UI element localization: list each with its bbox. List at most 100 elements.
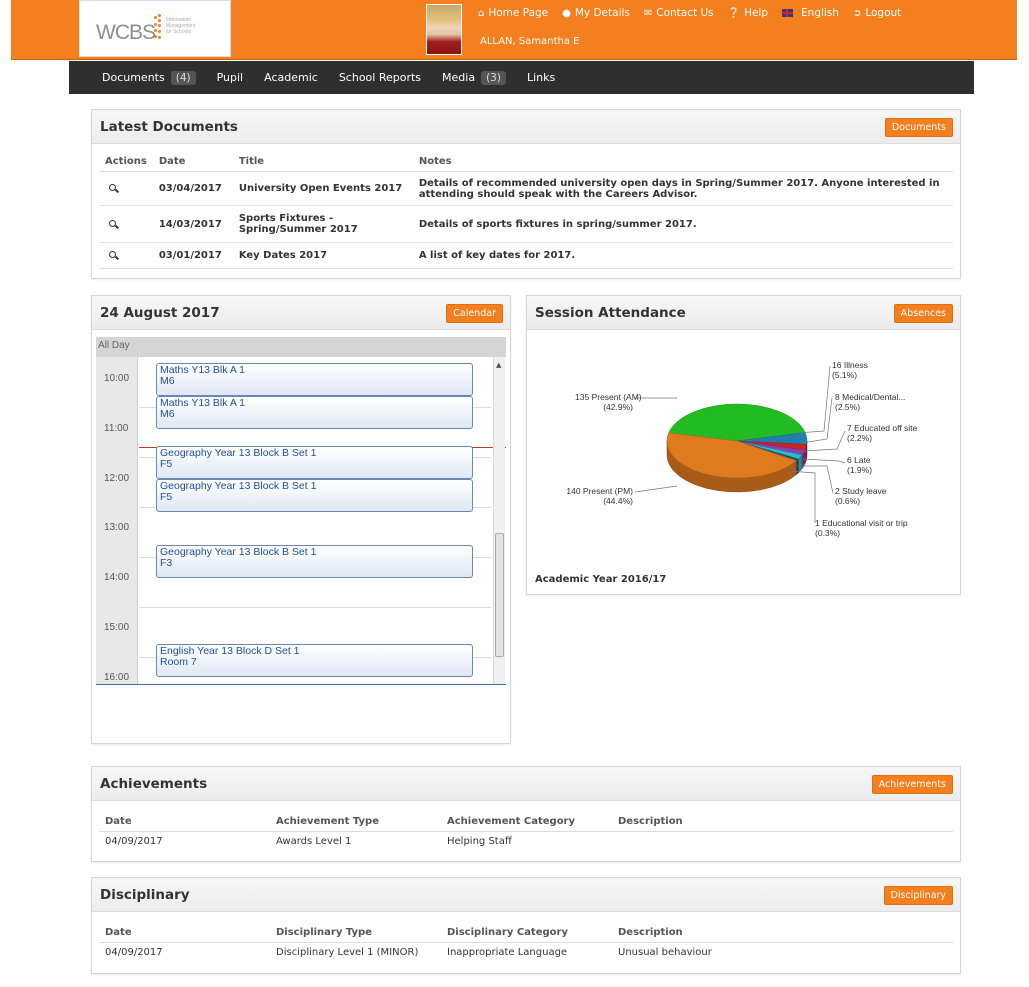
achievement-date: 04/09/2017 [105, 836, 163, 847]
nav-contact-us[interactable]: ✉ Contact Us [644, 7, 714, 19]
view-magnifier-icon[interactable] [109, 219, 116, 227]
leader-line [634, 485, 678, 493]
disciplinary-panel: Disciplinary Disciplinary Date Disciplin… [91, 877, 961, 974]
time-gutter [96, 357, 138, 684]
logout-icon: ➲ [852, 7, 862, 19]
scroll-up-arrow-icon[interactable]: ▲ [496, 361, 501, 369]
view-magnifier-icon[interactable] [109, 184, 116, 191]
table-row: 14/03/2017 Sports Fixtures - Spring/Summ… [99, 205, 953, 243]
column-header: Date [99, 812, 270, 832]
slice-label: 1 Educational visit or trip (0.3%) [815, 518, 908, 538]
doc-title[interactable]: Sports Fixtures - Spring/Summer 2017 [232, 205, 413, 243]
nav-home-page[interactable]: ⌂ Home Page [478, 7, 548, 19]
calendar-button[interactable]: Calendar [446, 304, 503, 323]
user-icon: ● [562, 7, 571, 19]
leader-line [802, 458, 846, 464]
doc-title[interactable]: Key Dates 2017 [232, 242, 413, 269]
achievement-type: Awards Level 1 [276, 836, 352, 847]
nav-label: Contact Us [656, 7, 714, 19]
nav-label: My Details [574, 7, 630, 19]
navbar-label: Links [526, 71, 556, 84]
event-title: Maths Y13 Blk A 1 [160, 364, 246, 376]
nav-label: Home Page [488, 7, 549, 19]
column-header: Disciplinary Category [441, 923, 612, 943]
user-avatar[interactable] [426, 4, 462, 55]
user-name: ALLAN, Samantha E [480, 36, 580, 47]
calendar-event[interactable]: Maths Y13 Blk A 1 M6 [156, 396, 473, 429]
count-badge: (4) [170, 70, 196, 85]
navbar-label: Academic [264, 71, 318, 84]
scroll-thumb[interactable] [495, 533, 504, 657]
disciplinary-button[interactable]: Disciplinary [883, 886, 953, 905]
disciplinary-type: Disciplinary Level 1 (MINOR) [276, 947, 419, 958]
achievements-button[interactable]: Achievements [871, 775, 953, 794]
calendar-event[interactable]: English Year 13 Block D Set 1 Room 7 [156, 644, 473, 677]
calendar-event[interactable]: Geography Year 13 Block B Set 1 F3 [156, 545, 473, 578]
navbar-item-academic[interactable]: Academic [264, 71, 318, 84]
navbar-item-links[interactable]: Links [527, 71, 555, 84]
view-magnifier-icon[interactable] [109, 251, 116, 258]
navbar-item-pupil[interactable]: Pupil [217, 71, 244, 84]
nav-label: Logout [865, 7, 902, 19]
doc-date: 14/03/2017 [152, 205, 233, 243]
panel-title: 24 August 2017 [100, 305, 220, 321]
event-room: F5 [160, 491, 173, 503]
navbar-item-documents[interactable]: Documents (4) [102, 70, 196, 85]
calendar-event[interactable]: Geography Year 13 Block B Set 1 F5 [156, 479, 473, 512]
event-room: M6 [160, 375, 175, 387]
wcbs-logo[interactable]: WCBS Information Management for Schools [79, 0, 231, 57]
calendar-event[interactable]: Geography Year 13 Block B Set 1 F5 [156, 446, 473, 479]
column-header: Disciplinary Type [270, 923, 441, 943]
question-icon: ❔ [727, 7, 741, 19]
navbar-label: Documents [102, 71, 165, 84]
nav-label: English [801, 7, 839, 19]
navbar-label: Pupil [216, 71, 244, 84]
top-nav: ⌂ Home Page ● My Details ✉ Contact Us ❔ … [478, 7, 915, 19]
logo-text: WCBS [96, 21, 156, 44]
home-icon: ⌂ [478, 7, 485, 19]
latest-documents-panel: Latest Documents Documents Actions Date … [91, 109, 961, 279]
documents-button[interactable]: Documents [884, 118, 953, 137]
navbar-label: Media [442, 71, 476, 84]
calendar-panel: 24 August 2017 Calendar All Day 10:00 11… [91, 295, 511, 744]
envelope-icon: ✉ [643, 7, 653, 19]
panel-title: Session Attendance [535, 305, 686, 321]
leader-line [788, 470, 816, 523]
column-header: Actions [99, 152, 153, 172]
column-header: Description [612, 812, 953, 832]
nav-help[interactable]: ❔ Help [728, 7, 768, 19]
navbar-item-media[interactable]: Media (3) [442, 70, 506, 85]
disciplinary-description: Unusual behaviour [618, 947, 712, 958]
absences-button[interactable]: Absences [893, 304, 953, 323]
slice-label: 7 Educated off site (2.2%) [847, 423, 918, 443]
navbar-item-school-reports[interactable]: School Reports [339, 71, 421, 84]
panel-title: Latest Documents [100, 119, 238, 135]
column-header: Date [152, 152, 233, 172]
doc-notes: Details of recommended university open d… [412, 171, 953, 206]
doc-notes: A list of key dates for 2017. [412, 242, 953, 269]
disciplinary-date: 04/09/2017 [105, 947, 163, 958]
nav-logout[interactable]: ➲ Logout [853, 7, 901, 19]
day-schedule: All Day 10:00 11:00 12:00 13:00 14:00 15… [96, 337, 506, 685]
time-label: 16:00 [104, 672, 130, 683]
schedule-scrollbar[interactable]: ▲ [493, 357, 505, 684]
doc-title[interactable]: University Open Events 2017 [232, 171, 413, 206]
leader-line [803, 430, 846, 452]
table-row: 03/01/2017 Key Dates 2017 A list of key … [99, 242, 953, 269]
nav-language[interactable]: English [782, 7, 839, 19]
calendar-event[interactable]: Maths Y13 Blk A 1 M6 [156, 363, 473, 396]
panel-title: Disciplinary [100, 887, 190, 903]
nav-my-details[interactable]: ● My Details [562, 7, 630, 19]
hour-line [139, 607, 491, 608]
documents-table: Actions Date Title Notes 03/04/2017 Univ… [99, 152, 953, 269]
slice-label: 140 Present (PM) (44.4%) [566, 486, 633, 506]
disciplinary-table: Date Disciplinary Type Disciplinary Cate… [99, 923, 953, 962]
event-title: English Year 13 Block D Set 1 [160, 645, 300, 657]
event-title: Geography Year 13 Block B Set 1 [160, 480, 317, 492]
slice-label: 6 Late (1.9%) [847, 455, 873, 475]
all-day-row: All Day [96, 337, 506, 357]
leader-line [796, 365, 831, 434]
event-title: Geography Year 13 Block B Set 1 [160, 546, 317, 558]
slice-label: 8 Medical/Dental... (2.5%) [835, 392, 906, 412]
logo-subtitle: Information Management for Schools [166, 17, 196, 35]
